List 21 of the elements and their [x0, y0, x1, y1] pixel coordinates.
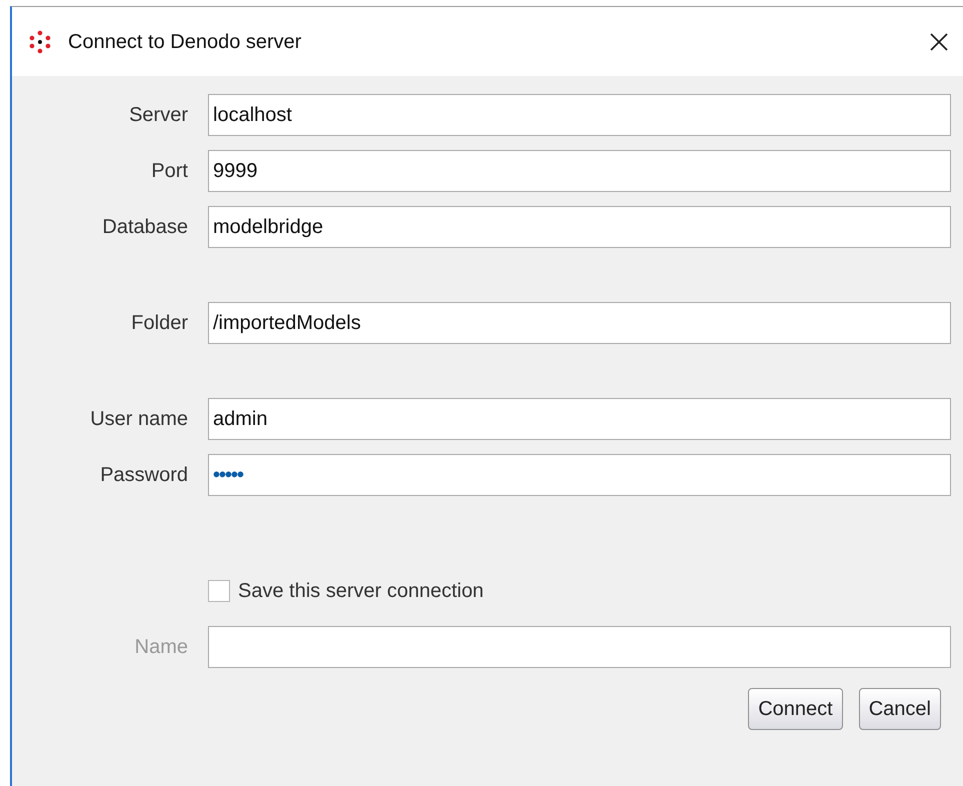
window-title: Connect to Denodo server	[68, 30, 302, 54]
close-icon[interactable]	[929, 32, 949, 52]
field-label: Password	[99, 463, 189, 488]
input-field[interactable]: admin	[208, 398, 951, 440]
app-logo-icon	[28, 30, 52, 54]
field-label: User name	[89, 407, 189, 432]
dialog-button[interactable]: Cancel	[858, 688, 941, 730]
input-field[interactable]: localhost	[208, 94, 951, 136]
password-field[interactable]: •••••	[208, 454, 951, 496]
field-label: Server	[128, 103, 189, 128]
checkbox-label: Save this server connection	[238, 579, 484, 604]
field-label: Folder	[130, 311, 189, 336]
field-label: Port	[150, 159, 189, 184]
input-field[interactable]: 9999	[208, 150, 951, 192]
input-field[interactable]	[208, 626, 951, 668]
checkbox[interactable]	[208, 580, 230, 602]
input-field[interactable]: modelbridge	[208, 206, 951, 248]
dialog-button[interactable]: Connect	[748, 688, 843, 730]
input-field[interactable]: /importedModels	[208, 302, 951, 344]
field-label: Database	[101, 215, 189, 240]
field-label: Name	[134, 635, 189, 660]
